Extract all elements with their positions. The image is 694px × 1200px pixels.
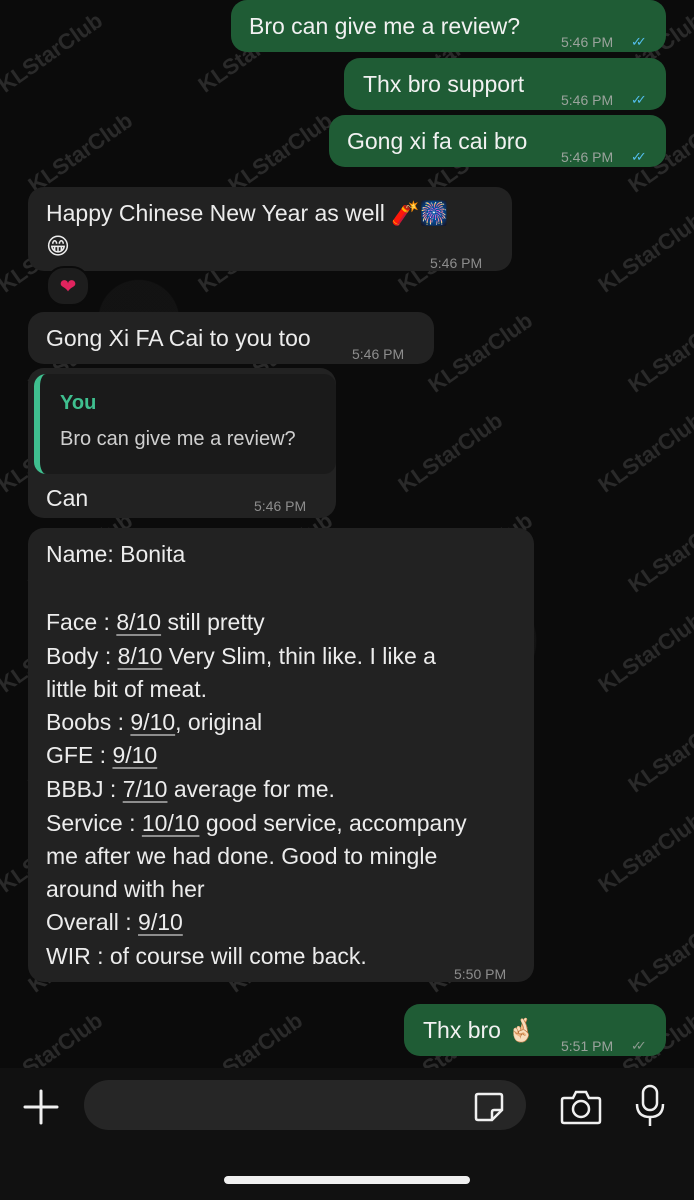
watermark-text: KLStarClub <box>593 207 694 298</box>
review-label: Overall : <box>46 909 139 935</box>
sticker-icon[interactable] <box>472 1090 506 1124</box>
message-time: 5:46 PM <box>561 92 614 108</box>
review-score[interactable]: 8/10 <box>118 643 163 669</box>
message-incoming-review[interactable]: Name: Bonita Face : 8/10 still pretty Bo… <box>28 528 534 982</box>
watermark-text: KLStarClub <box>623 307 694 398</box>
message-time: 5:46 PM <box>352 346 405 362</box>
message-time: 5:46 PM <box>254 498 307 514</box>
watermark-text: KLStarClub <box>593 607 694 698</box>
quoted-message[interactable]: You Bro can give me a review? <box>34 374 336 474</box>
message-text: Thx bro support <box>363 71 525 97</box>
heart-icon: ❤ <box>59 275 77 298</box>
review-service: Service : 10/10 good service, accompany <box>46 807 467 840</box>
watermark-text: KLStarClub <box>593 807 694 898</box>
review-wir: WIR : of course will come back. <box>46 943 367 969</box>
review-body-cont: little bit of meat. <box>46 676 208 702</box>
message-time: 5:51 PM <box>561 1038 614 1054</box>
message-input[interactable] <box>84 1080 526 1130</box>
review-boobs: Boobs : 9/10, original <box>46 706 262 739</box>
message-outgoing-review-request[interactable]: Bro can give me a review? 5:46 PM ✓✓ <box>231 0 666 52</box>
watermark-text: KLStarClub <box>193 1007 307 1068</box>
review-service-cont2: around with her <box>46 876 205 902</box>
review-label: Body : <box>46 643 118 669</box>
review-score[interactable]: 9/10 <box>130 709 175 735</box>
review-note: good service, accompany <box>199 810 467 836</box>
watermark-text: KLStarClub <box>593 407 694 498</box>
read-receipt-icon: ✓✓ <box>631 92 647 107</box>
message-text: Gong xi fa cai bro <box>347 128 528 154</box>
plus-icon[interactable] <box>20 1086 62 1128</box>
review-note: still pretty <box>161 609 265 635</box>
review-gfe: GFE : 9/10 <box>46 739 157 772</box>
quote-text: Bro can give me a review? <box>60 428 296 450</box>
watermark-text: KLStarClub <box>0 1007 107 1068</box>
message-time: 5:46 PM <box>561 34 614 50</box>
camera-icon[interactable] <box>560 1088 602 1126</box>
review-body: Body : 8/10 Very Slim, thin like. I like… <box>46 640 436 673</box>
watermark-text: KLStarClub <box>623 907 694 998</box>
review-service-cont1: me after we had done. Good to mingle <box>46 843 438 869</box>
read-receipt-icon: ✓✓ <box>631 149 647 164</box>
watermark-text: KLStarClub <box>223 107 337 198</box>
microphone-icon[interactable] <box>632 1084 668 1128</box>
watermark-text: KLStarClub <box>393 407 507 498</box>
home-indicator[interactable] <box>224 1176 470 1184</box>
watermark-text: KLStarClub <box>23 107 137 198</box>
message-outgoing-thanks-support[interactable]: Thx bro support 5:46 PM ✓✓ <box>344 58 666 110</box>
watermark-text: KLStarClub <box>623 507 694 598</box>
message-time: 5:50 PM <box>454 966 507 982</box>
review-note: average for me. <box>167 776 335 802</box>
chat-area: KLStarClub KLStarClub KLStarClub KLStarClub… <box>0 0 694 1068</box>
message-text-line2: 😁 <box>46 233 70 259</box>
message-text: Gong Xi FA Cai to you too <box>46 325 311 351</box>
review-label: Boobs : <box>46 709 131 735</box>
review-label: BBBJ : <box>46 776 123 802</box>
reaction-badge[interactable]: ❤ <box>46 266 90 306</box>
review-overall: Overall : 9/10 <box>46 906 183 939</box>
message-incoming-gong-xi-reply[interactable]: Gong Xi FA Cai to you too 5:46 PM <box>28 312 434 364</box>
message-text-line1: Happy Chinese New Year as well 🧨🎆 <box>46 200 449 226</box>
review-label: Service : <box>46 810 142 836</box>
message-text: Can <box>46 485 89 511</box>
message-time: 5:46 PM <box>561 149 614 165</box>
quote-author: You <box>60 392 97 414</box>
review-label: GFE : <box>46 742 113 768</box>
watermark-text: KLStarClub <box>623 707 694 798</box>
delivered-receipt-icon: ✓✓ <box>631 1038 647 1053</box>
review-face: Face : 8/10 still pretty <box>46 606 265 639</box>
read-receipt-icon: ✓✓ <box>631 34 647 49</box>
message-text: Thx bro 🤞🏻 <box>423 1017 537 1043</box>
compose-bar <box>0 1068 694 1200</box>
watermark-text: KLStarClub <box>423 307 537 398</box>
review-score[interactable]: 7/10 <box>123 776 168 802</box>
review-note: Very Slim, thin like. I like a <box>162 643 436 669</box>
review-name: Name: Bonita <box>46 541 186 567</box>
review-score[interactable]: 9/10 <box>112 742 157 768</box>
review-score[interactable]: 9/10 <box>138 909 183 935</box>
review-bbbj: BBBJ : 7/10 average for me. <box>46 773 335 806</box>
message-time: 5:46 PM <box>430 255 483 271</box>
review-label: Face : <box>46 609 117 635</box>
watermark-text: KLStarClub <box>0 7 107 98</box>
review-score[interactable]: 10/10 <box>142 810 200 836</box>
review-note: , original <box>175 709 263 735</box>
review-score[interactable]: 8/10 <box>116 609 161 635</box>
message-incoming-cny[interactable]: Happy Chinese New Year as well 🧨🎆 😁 5:46… <box>28 187 512 271</box>
message-text: Bro can give me a review? <box>249 13 521 39</box>
message-outgoing-gong-xi[interactable]: Gong xi fa cai bro 5:46 PM ✓✓ <box>329 115 666 167</box>
message-outgoing-thx-bro[interactable]: Thx bro 🤞🏻 5:51 PM ✓✓ <box>404 1004 666 1056</box>
